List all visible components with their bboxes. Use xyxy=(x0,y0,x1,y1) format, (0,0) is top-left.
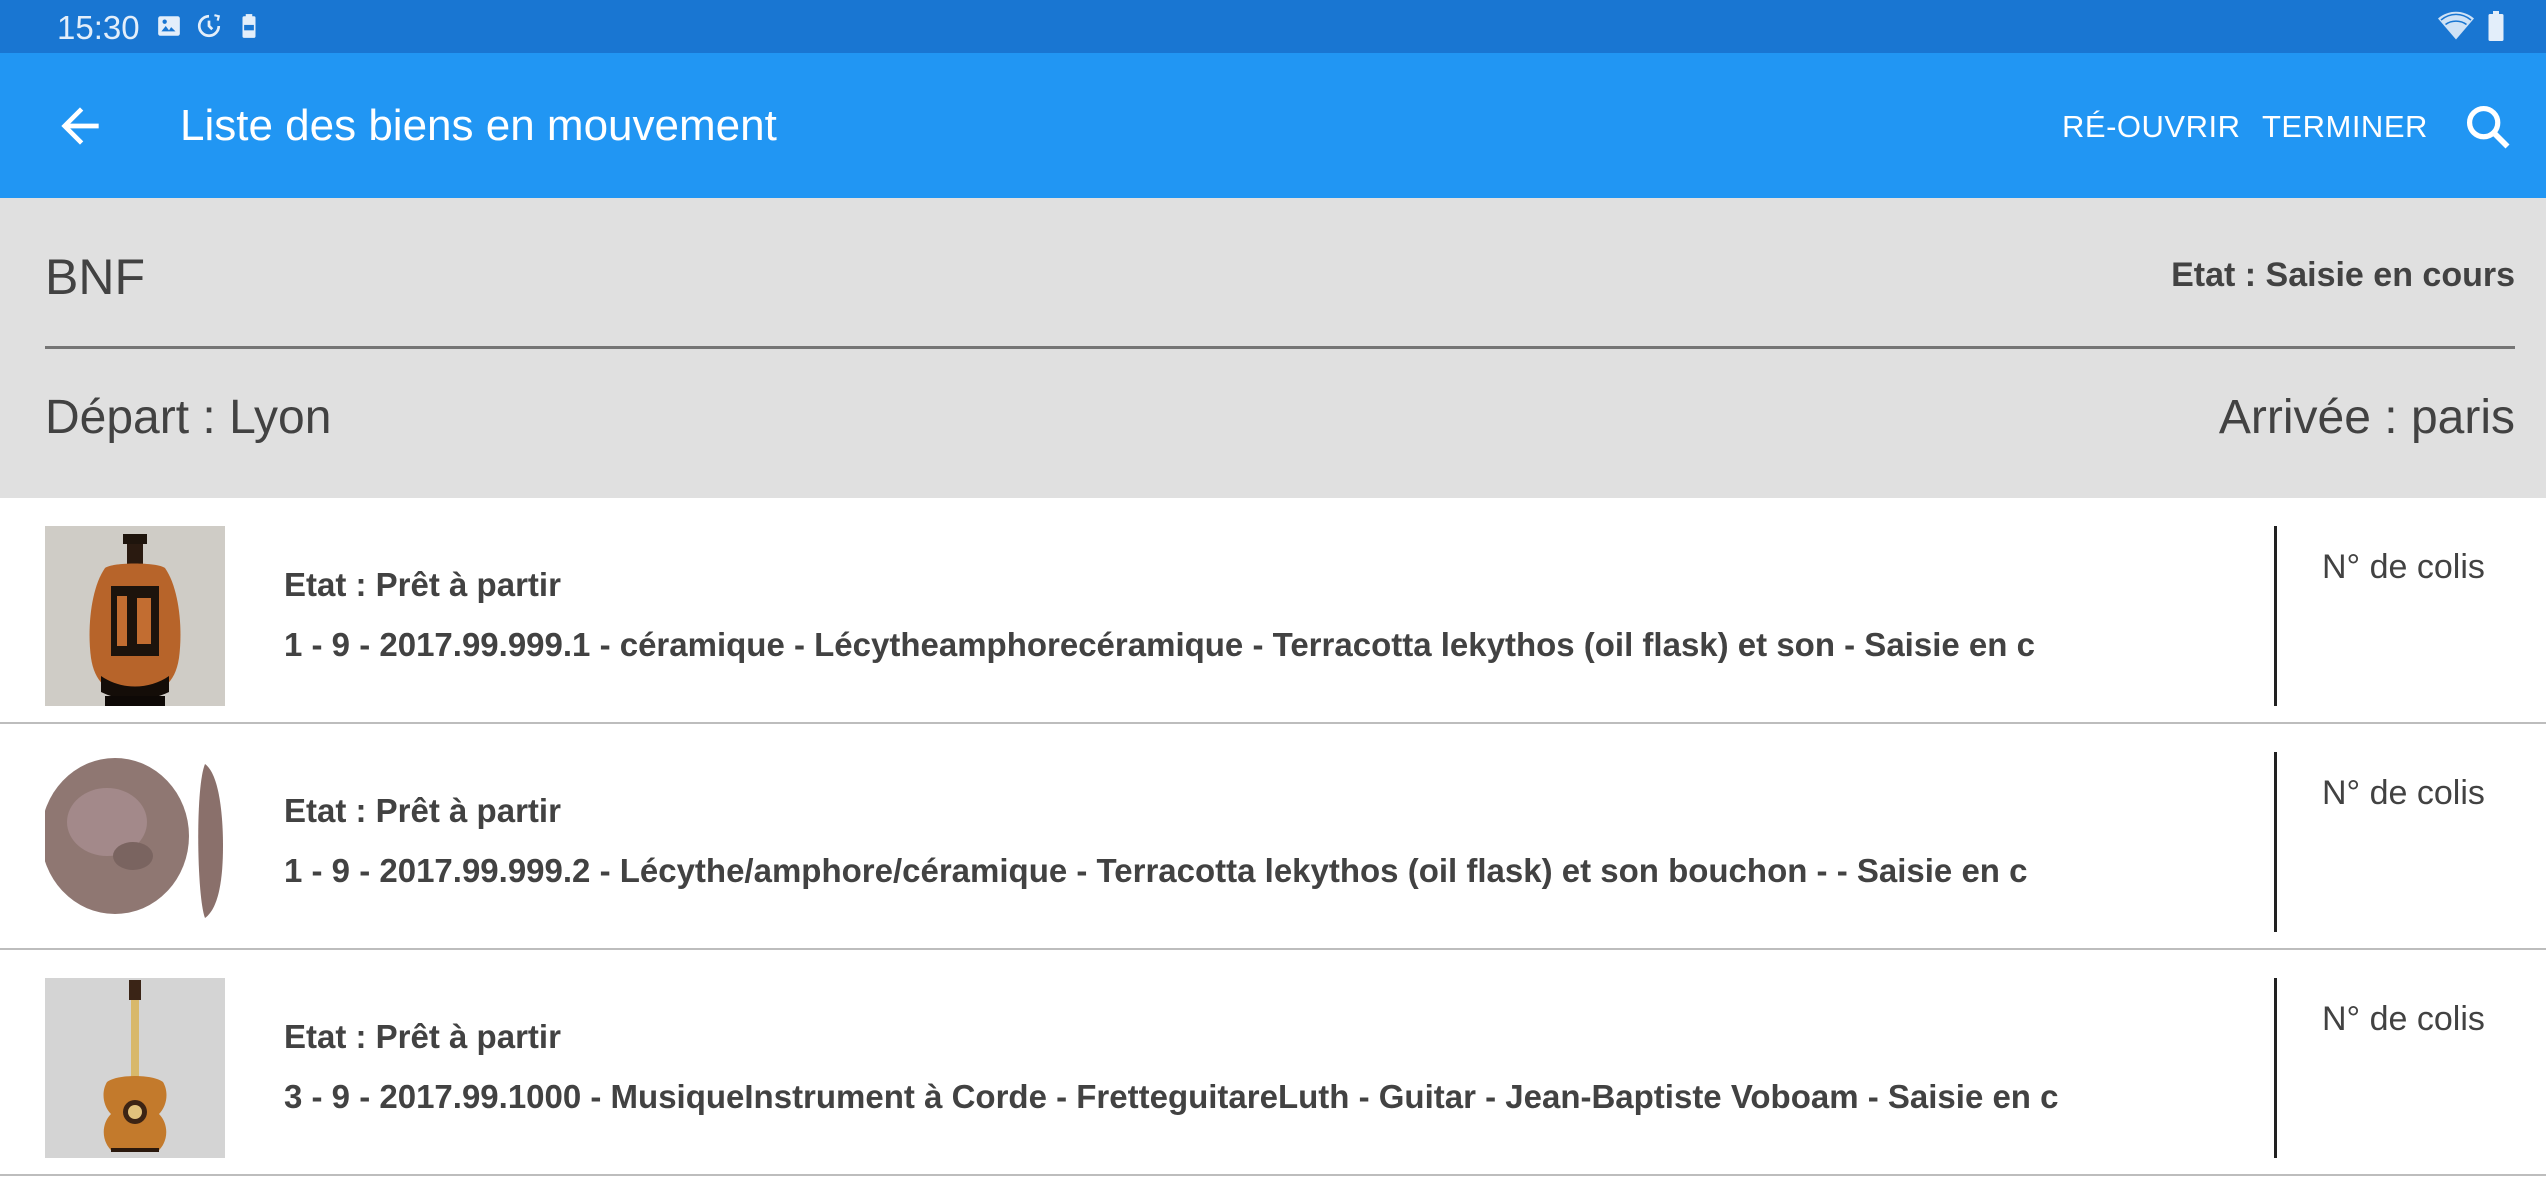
battery-icon xyxy=(2488,11,2504,41)
item-description: 1 - 9 - 2017.99.999.1 - céramique - Lécy… xyxy=(284,626,2035,663)
finish-button[interactable]: TERMINER xyxy=(2262,107,2428,147)
list-item[interactable]: Etat : Prêt à partir 1 - 9 - 2017.99.999… xyxy=(0,498,2546,724)
status-bar: 15:30 xyxy=(0,0,2546,53)
row-separator xyxy=(2274,752,2277,932)
movement-state: Etat : Saisie en cours xyxy=(2171,256,2515,294)
item-state: Etat : Prêt à partir xyxy=(284,1018,561,1055)
stone-image xyxy=(45,752,225,932)
colis-number-field[interactable]: N° de colis xyxy=(2322,548,2485,587)
item-thumbnail xyxy=(45,752,225,932)
vase-image xyxy=(45,526,225,706)
items-list: Etat : Prêt à partir 1 - 9 - 2017.99.999… xyxy=(0,498,2546,1176)
colis-number-field[interactable]: N° de colis xyxy=(2322,774,2485,813)
item-description: 3 - 9 - 2017.99.1000 - MusiqueInstrument… xyxy=(284,1078,2059,1115)
status-notification-icons xyxy=(156,13,262,39)
search-icon[interactable] xyxy=(2462,101,2514,153)
sync-icon xyxy=(197,14,221,38)
item-thumbnail xyxy=(45,526,225,706)
list-item[interactable]: Etat : Prêt à partir 3 - 9 - 2017.99.100… xyxy=(0,950,2546,1176)
item-description: 1 - 9 - 2017.99.999.2 - Lécythe/amphore/… xyxy=(284,852,2028,889)
status-system-icons xyxy=(2438,11,2506,41)
image-icon xyxy=(158,16,180,36)
departure-location: Départ : Lyon xyxy=(45,391,332,444)
movement-header: BNF Etat : Saisie en cours Départ : Lyon… xyxy=(0,198,2546,498)
status-time: 15:30 xyxy=(57,9,140,46)
organization-name: BNF xyxy=(45,249,145,305)
battery-saver-icon xyxy=(242,14,256,38)
list-item[interactable]: Etat : Prêt à partir 1 - 9 - 2017.99.999… xyxy=(0,724,2546,950)
item-state: Etat : Prêt à partir xyxy=(284,792,561,829)
item-thumbnail xyxy=(45,978,225,1158)
arrow-back-icon[interactable] xyxy=(52,98,108,154)
page-title: Liste des biens en mouvement xyxy=(180,101,777,150)
colis-number-field[interactable]: N° de colis xyxy=(2322,1000,2485,1039)
row-separator xyxy=(2274,978,2277,1158)
reopen-button[interactable]: RÉ-OUVRIR xyxy=(2062,107,2240,147)
guitar-image xyxy=(45,978,225,1158)
app-bar: Liste des biens en mouvement RÉ-OUVRIR T… xyxy=(0,53,2546,198)
wifi-icon xyxy=(2438,11,2474,40)
header-divider xyxy=(45,346,2515,349)
arrival-location: Arrivée : paris xyxy=(2218,391,2515,444)
item-state: Etat : Prêt à partir xyxy=(284,566,561,603)
row-separator xyxy=(2274,526,2277,706)
